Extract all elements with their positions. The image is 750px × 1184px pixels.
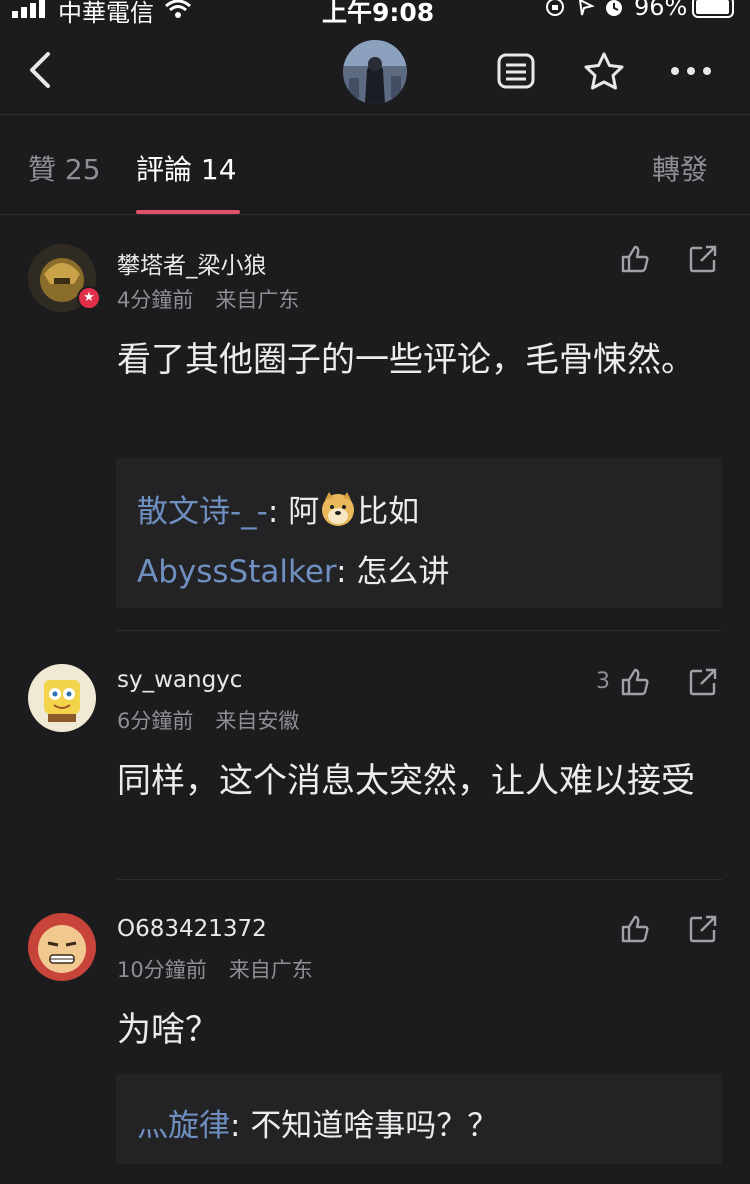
share-icon[interactable] — [688, 914, 718, 944]
reply-text: 比如 — [357, 494, 420, 530]
star-icon[interactable] — [583, 51, 625, 91]
comment-time: 6分鐘前 — [117, 709, 194, 733]
thumbs-up-icon — [621, 915, 649, 943]
comment-username[interactable]: O683421372 — [117, 916, 267, 942]
reply-separator: : — [267, 494, 289, 530]
thumbs-up-icon — [621, 668, 649, 696]
reply-box[interactable]: 灬旋律: 不知道啥事吗？？ — [116, 1074, 722, 1164]
post-author-avatar[interactable] — [343, 40, 407, 104]
status-icons — [546, 0, 622, 16]
reply-username[interactable]: 散文诗-_- — [137, 494, 268, 530]
reply-item[interactable]: 灬旋律: 不知道啥事吗？？ — [137, 1100, 498, 1145]
reply-item[interactable]: 散文诗-_-: 阿 比如 — [137, 486, 419, 531]
comment-meta: 10分鐘前 来自广东 — [117, 954, 313, 984]
share-icon[interactable] — [688, 667, 718, 697]
star-badge-icon: ★ — [77, 286, 101, 310]
tab-bar: 贊 25 評論 14 轉發 — [0, 114, 750, 215]
reply-box[interactable]: 散文诗-_-: 阿 比如 AbyssStalker: 怎么讲 — [116, 458, 722, 608]
comment-text: 看了其他圈子的一些评论，毛骨悚然。 — [117, 340, 695, 380]
comment-time: 10分鐘前 — [117, 958, 207, 982]
tab-likes[interactable]: 贊 25 — [28, 148, 101, 188]
reply-text: 阿 — [288, 494, 320, 530]
comment-meta: 4分鐘前 来自广东 — [117, 284, 299, 314]
top-nav-bar — [0, 22, 750, 115]
battery-percent: 96% — [634, 0, 688, 21]
comment-item: ★ 攀塔者_梁小狼 4分鐘前 来自广东 看了其他圈子的一些评论，毛骨悚然。 散文诗… — [0, 214, 750, 630]
doge-emoji-icon — [322, 492, 355, 526]
comment-item: sy_wangyc 6分鐘前 来自安徽 3 同样，这个消息太突然，让人难以接受 — [0, 631, 750, 879]
comment-text: 同样，这个消息太突然，让人难以接受 — [117, 761, 695, 801]
battery-icon — [692, 0, 734, 18]
comment-username[interactable]: 攀塔者_梁小狼 — [117, 246, 267, 280]
status-bar: 中華電信 上午9:08 96% — [0, 0, 750, 27]
reply-item[interactable]: AbyssStalker: 怎么讲 — [137, 546, 449, 591]
tab-shares[interactable]: 轉發 — [652, 148, 708, 188]
wifi-icon — [165, 0, 191, 18]
comment-text: 为啥？ — [117, 1010, 219, 1050]
tab-comments[interactable]: 評論 14 — [136, 148, 237, 188]
note-icon[interactable] — [497, 53, 535, 89]
comment-item: O683421372 10分鐘前 来自广东 为啥？ 灬旋律: 不知道啥事吗？？ — [0, 880, 750, 1184]
signal-icon — [12, 0, 45, 18]
comment-meta: 6分鐘前 来自安徽 — [117, 705, 299, 735]
avatar[interactable] — [28, 913, 96, 981]
back-arrow-icon[interactable] — [24, 50, 56, 90]
comment-location: 来自广东 — [215, 288, 300, 312]
avatar[interactable] — [28, 664, 96, 732]
reply-text: 不知道啥事吗？？ — [250, 1108, 499, 1144]
reply-separator: : — [230, 1108, 251, 1144]
share-icon[interactable] — [688, 244, 718, 274]
comment-time: 4分鐘前 — [117, 288, 194, 312]
reply-username[interactable]: 灬旋律 — [137, 1108, 230, 1144]
more-icon[interactable] — [670, 66, 712, 76]
comment-username[interactable]: sy_wangyc — [117, 667, 242, 693]
comment-location: 来自安徽 — [215, 709, 300, 733]
reply-username[interactable]: AbyssStalker — [137, 554, 336, 590]
reply-separator: : — [336, 554, 357, 590]
like-count: 3 — [596, 669, 610, 694]
comment-location: 来自广东 — [228, 958, 313, 982]
thumbs-up-icon — [621, 245, 649, 273]
reply-text: 怎么讲 — [356, 554, 450, 590]
